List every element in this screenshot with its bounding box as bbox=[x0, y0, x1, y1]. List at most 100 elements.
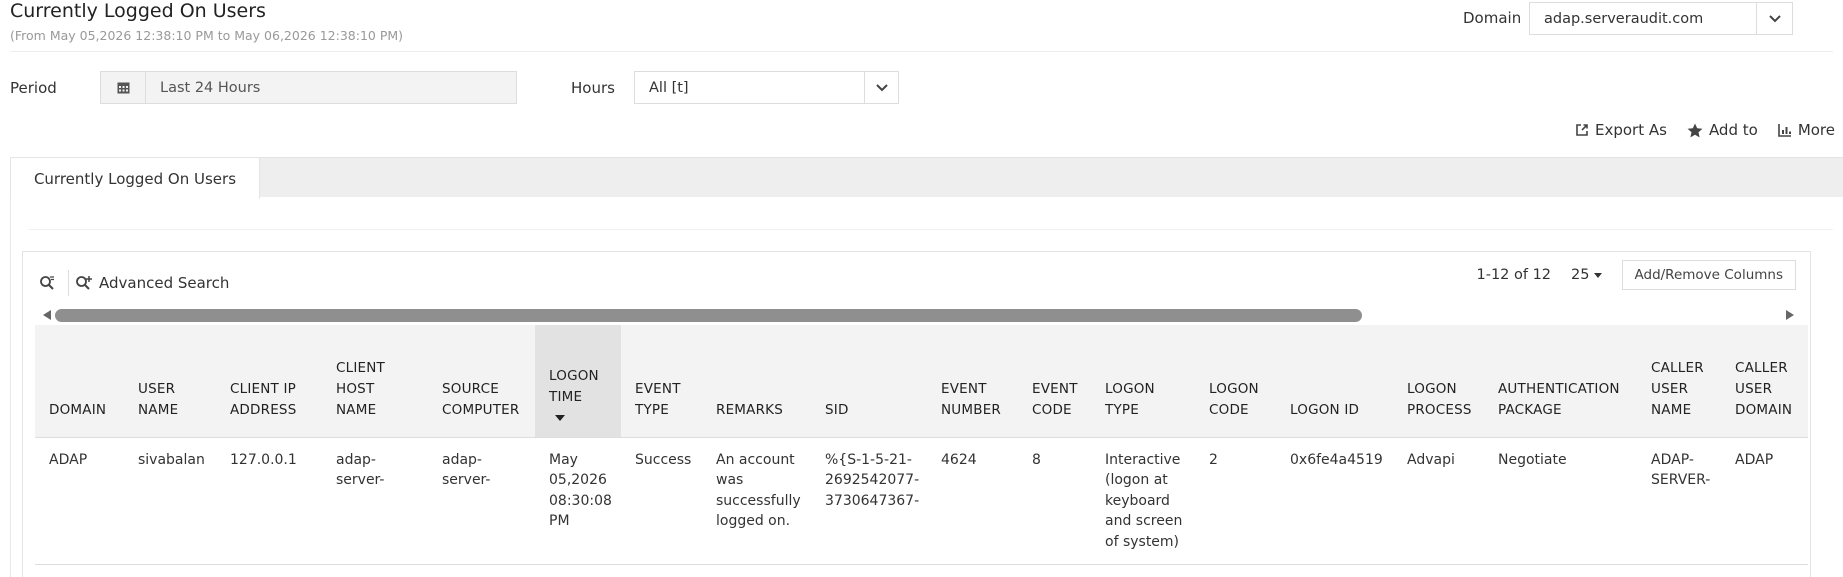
date-range: (From May 05,2026 12:38:10 PM to May 06,… bbox=[10, 28, 404, 43]
more-icon bbox=[1778, 124, 1791, 137]
column-header[interactable]: EVENT NUMBER bbox=[927, 325, 1018, 438]
column-header-label: CODE bbox=[1032, 401, 1072, 418]
cell-text: and screen bbox=[1105, 513, 1183, 529]
column-header-label: LOGON bbox=[1209, 380, 1259, 397]
column-header[interactable]: AUTHENTICATION PACKAGE bbox=[1484, 325, 1637, 438]
star-icon bbox=[1687, 123, 1703, 137]
add-to-button[interactable]: Add to bbox=[1687, 121, 1758, 139]
column-header[interactable]: SOURCE COMPUTER bbox=[428, 325, 535, 438]
column-header-label: TYPE bbox=[635, 401, 669, 418]
column-header-label: USER bbox=[1651, 380, 1689, 397]
column-header-label: NUMBER bbox=[941, 401, 1001, 418]
cell-text: 0x6fe4a4519 bbox=[1290, 451, 1383, 468]
table-cell: Interactive (logon at keyboard and screen of… bbox=[1091, 437, 1195, 565]
column-header[interactable]: SID bbox=[811, 325, 927, 438]
column-header-label: PACKAGE bbox=[1498, 401, 1562, 418]
column-header-label: LOGON bbox=[1105, 380, 1155, 397]
chevron-down-icon[interactable] bbox=[864, 72, 898, 103]
column-header[interactable]: CALLER USER NAME bbox=[1637, 325, 1721, 438]
column-header[interactable]: LOGON ID bbox=[1276, 325, 1393, 438]
column-header-label: PROCESS bbox=[1407, 401, 1472, 418]
column-header[interactable]: CALLER USER DOMAIN bbox=[1721, 325, 1808, 438]
advanced-search-button[interactable]: Advanced Search bbox=[75, 274, 229, 292]
column-header-label: EVENT bbox=[941, 380, 987, 397]
column-header[interactable]: EVENT CODE bbox=[1018, 325, 1091, 438]
horizontal-scrollbar[interactable] bbox=[39, 307, 1798, 323]
chevron-down-icon[interactable] bbox=[1756, 3, 1792, 34]
sort-descending-icon[interactable] bbox=[555, 414, 565, 421]
cell-text: 2692542077- bbox=[825, 472, 920, 488]
column-header[interactable]: REMARKS bbox=[702, 325, 811, 438]
cell-text: 2 bbox=[1209, 451, 1218, 468]
table-cell: adap-server- bbox=[322, 437, 428, 565]
column-header[interactable]: DOMAIN bbox=[35, 325, 124, 438]
table-cell: ADAP bbox=[1721, 437, 1808, 565]
column-header-label: EVENT bbox=[635, 380, 681, 397]
column-header[interactable]: CLIENT IP ADDRESS bbox=[216, 325, 322, 438]
column-header[interactable]: LOGON TIME bbox=[535, 325, 621, 438]
cell-text: Interactive bbox=[1105, 451, 1181, 468]
period-picker[interactable]: Last 24 Hours bbox=[100, 71, 517, 104]
cell-text: Advapi bbox=[1407, 451, 1455, 468]
cell-text: ADAP bbox=[1735, 451, 1774, 468]
tab-currently-logged-on-users[interactable]: Currently Logged On Users bbox=[10, 158, 260, 199]
column-header-label: SID bbox=[825, 401, 849, 418]
cell-text: ADAP bbox=[49, 451, 88, 468]
report-actions: Export As Add to More bbox=[1575, 121, 1835, 139]
column-header-label: CALLER bbox=[1651, 359, 1704, 376]
cell-text: adap- bbox=[336, 451, 376, 468]
scroll-right-icon[interactable] bbox=[1782, 310, 1798, 320]
cell-text: logged on. bbox=[716, 513, 791, 529]
column-header-label: EVENT bbox=[1032, 380, 1078, 397]
column-header-label: HOST bbox=[336, 380, 375, 397]
table-cell: ADAP bbox=[35, 437, 124, 565]
add-remove-columns-button[interactable]: Add/Remove Columns bbox=[1621, 260, 1796, 290]
more-button[interactable]: More bbox=[1778, 121, 1835, 139]
quick-search-icon[interactable] bbox=[39, 270, 69, 296]
column-header[interactable]: CLIENT HOST NAME bbox=[322, 325, 428, 438]
per-page-select[interactable]: 25 bbox=[1571, 267, 1602, 283]
period-value: Last 24 Hours bbox=[160, 79, 261, 96]
table-cell: %{S-1-5-21- 2692542077- 3730647367- bbox=[811, 437, 927, 565]
table-row[interactable]: ADAP sivabalan 127.0.0.1 adap-server-adap-s… bbox=[35, 437, 1808, 565]
per-page-value: 25 bbox=[1571, 267, 1590, 283]
table-cell: 8 bbox=[1018, 437, 1091, 565]
scroll-track[interactable] bbox=[55, 308, 1782, 322]
column-header-label: LOGON bbox=[1407, 380, 1457, 397]
cell-text: PM bbox=[549, 513, 570, 529]
column-header-label: SOURCE bbox=[442, 380, 499, 397]
table-cell: Negotiate bbox=[1484, 437, 1637, 565]
table-cell: May 05,2026 08:30:08 PM bbox=[535, 437, 621, 565]
column-header[interactable]: USER NAME bbox=[124, 325, 216, 438]
scroll-thumb[interactable] bbox=[55, 309, 1362, 322]
cell-text: 05,2026 bbox=[549, 472, 607, 488]
column-header[interactable]: LOGON PROCESS bbox=[1393, 325, 1484, 438]
domain-select[interactable]: adap.serveraudit.com bbox=[1529, 2, 1793, 35]
pagination: 1-12 of 12 25 Add/Remove Columns bbox=[1476, 260, 1796, 290]
column-header-label: CALLER bbox=[1735, 359, 1788, 376]
column-header[interactable]: EVENT TYPE bbox=[621, 325, 702, 438]
column-header[interactable]: LOGON TYPE bbox=[1091, 325, 1195, 438]
advanced-search-icon bbox=[76, 276, 92, 290]
more-label: More bbox=[1797, 121, 1835, 139]
report-table-panel: Advanced Search 1-12 of 12 25 Add/Remove… bbox=[22, 251, 1811, 577]
table-cell: 127.0.0.1 bbox=[216, 437, 322, 565]
column-header[interactable]: LOGON CODE bbox=[1195, 325, 1276, 438]
column-header-label: TIME bbox=[549, 388, 583, 405]
table-cell: 4624 bbox=[927, 437, 1018, 565]
cell-text: %{S-1-5-21- bbox=[825, 451, 912, 468]
cell-text: Success bbox=[635, 451, 692, 468]
export-as-button[interactable]: Export As bbox=[1575, 121, 1667, 139]
column-header-label: ADDRESS bbox=[230, 401, 297, 418]
scroll-left-icon[interactable] bbox=[39, 310, 55, 320]
cell-text: ADAP- bbox=[1651, 451, 1694, 468]
caret-down-icon bbox=[1593, 272, 1602, 278]
calendar-icon[interactable] bbox=[101, 72, 146, 103]
cell-text: adap- bbox=[442, 451, 482, 468]
hours-select[interactable]: All [t] bbox=[634, 71, 899, 104]
table-cell: An account was successfully logged on. bbox=[702, 437, 811, 565]
search-toolbar: Advanced Search bbox=[39, 270, 229, 296]
tab-strip: Currently Logged On Users bbox=[10, 157, 1843, 199]
column-header-label: DOMAIN bbox=[1735, 401, 1793, 418]
column-header-label: CODE bbox=[1209, 401, 1249, 418]
